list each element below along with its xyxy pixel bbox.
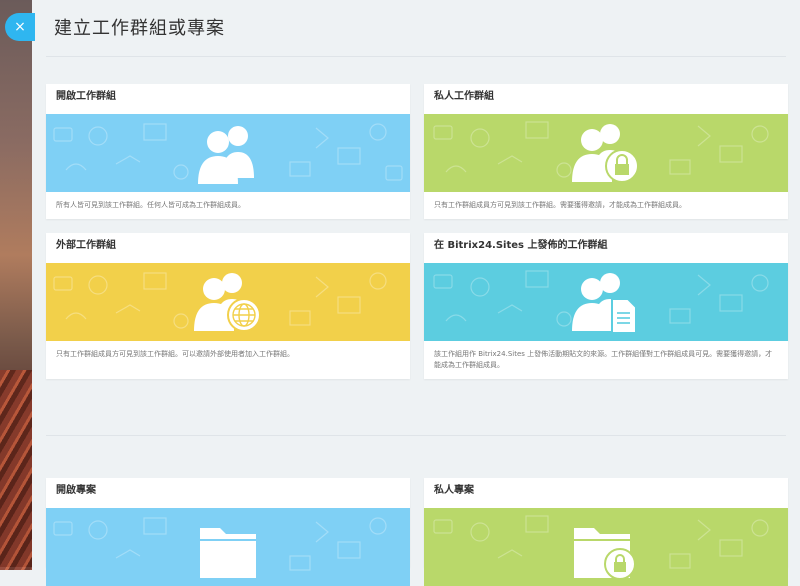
divider <box>46 56 786 57</box>
panel-header: 建立工作群組或專案 <box>32 0 800 56</box>
group-globe-icon <box>194 273 261 332</box>
card-open-project[interactable]: 開啟專案 <box>46 478 410 586</box>
slider-panel: 建立工作群組或專案 開啟工作群組 所有人皆可見到該工作群組。任何人皆可成為工作群… <box>32 0 800 586</box>
card-open-group[interactable]: 開啟工作群組 所有人皆可見到該工作群組。任何人皆可成為工作群組成員。 <box>46 84 410 219</box>
card-description: 所有人皆可見到該工作群組。任何人皆可成為工作群組成員。 <box>56 201 245 209</box>
card-private-project[interactable]: 私人專案 <box>424 478 788 586</box>
close-icon[interactable]: × <box>5 13 35 41</box>
card-title: 開啟專案 <box>56 485 96 496</box>
background-image <box>0 0 32 570</box>
group-icon <box>198 126 254 184</box>
card-banner <box>46 508 410 586</box>
card-sites-group[interactable]: 在 Bitrix24.Sites 上發佈的工作群組 該工作組用作 Bitrix2… <box>424 233 788 379</box>
card-title: 私人工作群組 <box>434 91 494 102</box>
divider <box>46 435 786 436</box>
card-description: 該工作組用作 Bitrix24.Sites 上發佈活動期貼文的來源。工作群組僅對… <box>434 350 773 369</box>
card-title: 私人專案 <box>434 485 474 496</box>
folder-lock-icon <box>574 528 636 580</box>
card-description: 只有工作群組成員方可見到該工作群組。可以邀請外部使用者加入工作群組。 <box>56 350 294 358</box>
card-banner <box>46 263 410 341</box>
card-title: 外部工作群組 <box>56 240 116 251</box>
folder-icon <box>200 528 256 578</box>
card-title: 在 Bitrix24.Sites 上發佈的工作群組 <box>434 240 608 251</box>
card-private-group[interactable]: 私人工作群組 只有工作群組成員方可見到該工作群組。需要獲得邀請，才能成為工作群組… <box>424 84 788 219</box>
card-title: 開啟工作群組 <box>56 91 116 102</box>
card-banner <box>424 508 788 586</box>
card-banner <box>424 114 788 192</box>
group-lock-icon <box>572 124 639 183</box>
card-description: 只有工作群組成員方可見到該工作群組。需要獲得邀請，才能成為工作群組成員。 <box>434 201 686 209</box>
card-external-group[interactable]: 外部工作群組 只有工作群組成員方可見到該工作群組。可以邀請外部使用者加入工作群組… <box>46 233 410 379</box>
card-banner <box>424 263 788 341</box>
group-document-icon <box>572 273 637 334</box>
card-banner <box>46 114 410 192</box>
page-title: 建立工作群組或專案 <box>54 18 225 39</box>
